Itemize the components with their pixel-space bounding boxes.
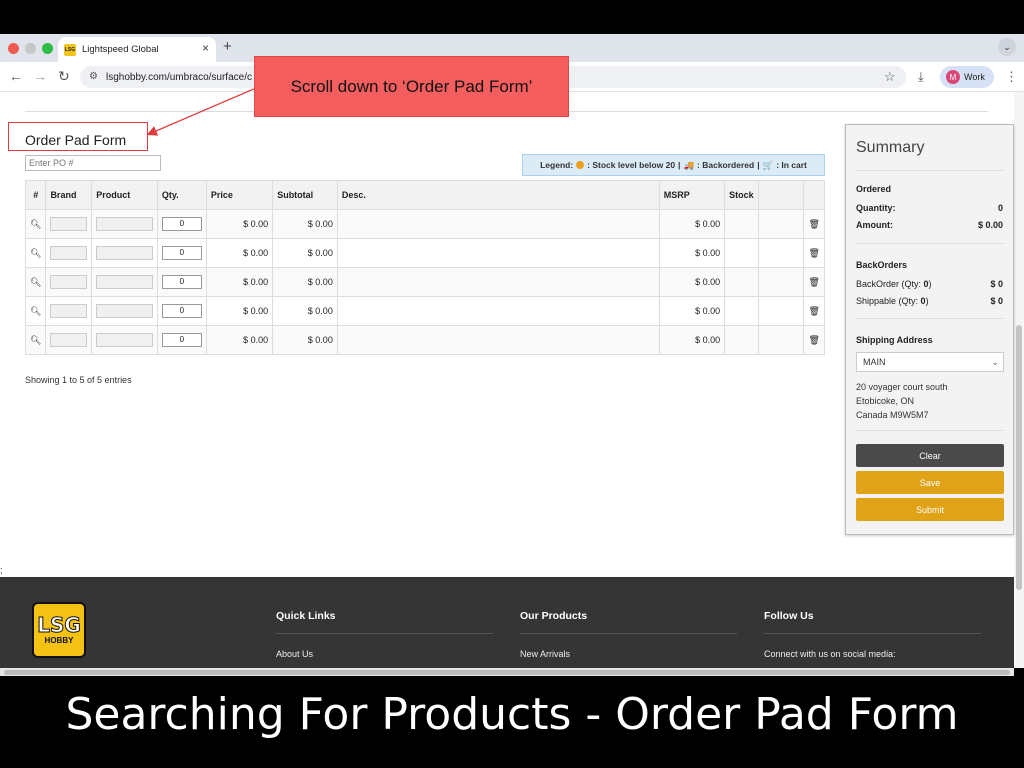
slide-caption: Searching For Products - Order Pad Form xyxy=(65,689,959,740)
annotation-callout: Scroll down to ‘Order Pad Form’ xyxy=(254,56,569,117)
screen-frame: LSG Lightspeed Global × + ⌄ ← → ↻ lsghob… xyxy=(0,0,1024,768)
